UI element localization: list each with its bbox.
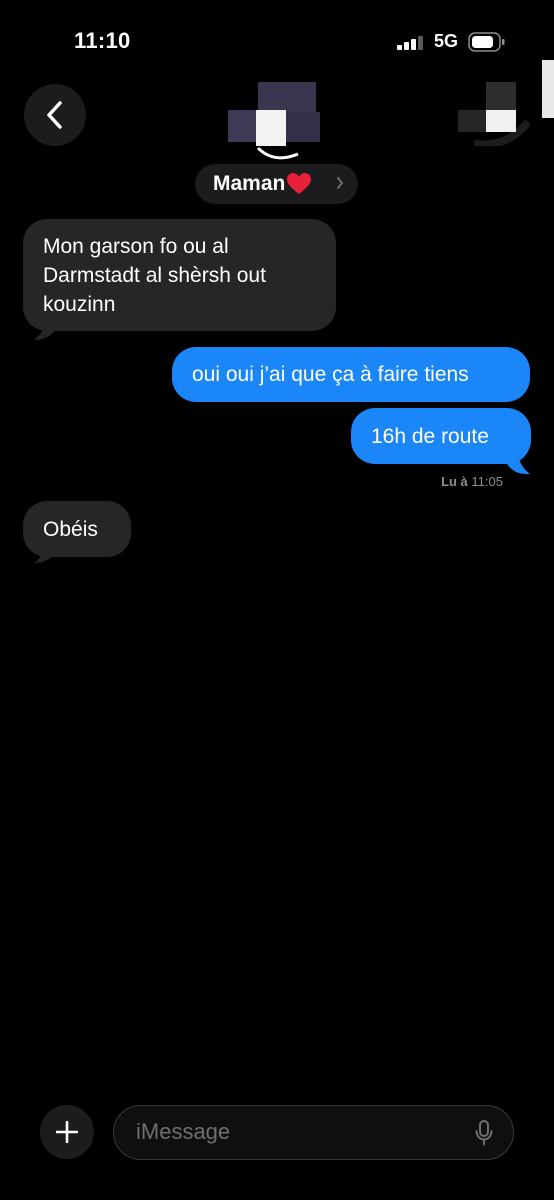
network-type: 5G	[434, 31, 459, 51]
message-line: Darmstadt al shèrsh out	[43, 264, 266, 287]
avatar[interactable]	[228, 82, 320, 166]
contact-name-pill[interactable]: Maman	[195, 164, 358, 204]
battery-icon	[468, 32, 505, 52]
back-button[interactable]	[24, 84, 86, 146]
message-input-container[interactable]	[113, 1105, 514, 1160]
message-line: Mon garson fo ou al	[43, 235, 229, 258]
received-message-bubble: Obéis	[23, 501, 131, 557]
message-line: kouzinn	[43, 293, 116, 316]
read-time: 11:05	[471, 474, 503, 489]
signal-icon	[397, 36, 423, 50]
video-camera-icon	[458, 82, 532, 149]
message-input[interactable]	[136, 1106, 466, 1158]
message-text: Obéis	[43, 518, 98, 541]
read-receipt: Lu à 11:05	[441, 474, 503, 489]
message-text: 16h de route	[371, 425, 489, 448]
back-chevron-icon	[47, 101, 62, 129]
microphone-icon[interactable]	[475, 1120, 493, 1146]
status-time: 11:10	[74, 28, 131, 53]
sent-message-bubble: 16h de route	[351, 408, 531, 464]
contact-name: Maman	[213, 172, 286, 195]
received-message-bubble: Mon garson fo ou al Darmstadt al shèrsh …	[23, 219, 336, 331]
plus-icon	[56, 1121, 78, 1143]
screen-edge-marker	[542, 60, 554, 118]
chevron-right-icon	[337, 177, 344, 189]
heart-icon	[287, 173, 312, 194]
sent-message-bubble: oui oui j’ai que ça à faire tiens	[172, 347, 530, 402]
apps-plus-button[interactable]	[40, 1105, 94, 1159]
video-call-button[interactable]	[458, 82, 532, 149]
read-label: Lu à	[441, 474, 468, 489]
message-text: oui oui j’ai que ça à faire tiens	[192, 363, 469, 386]
